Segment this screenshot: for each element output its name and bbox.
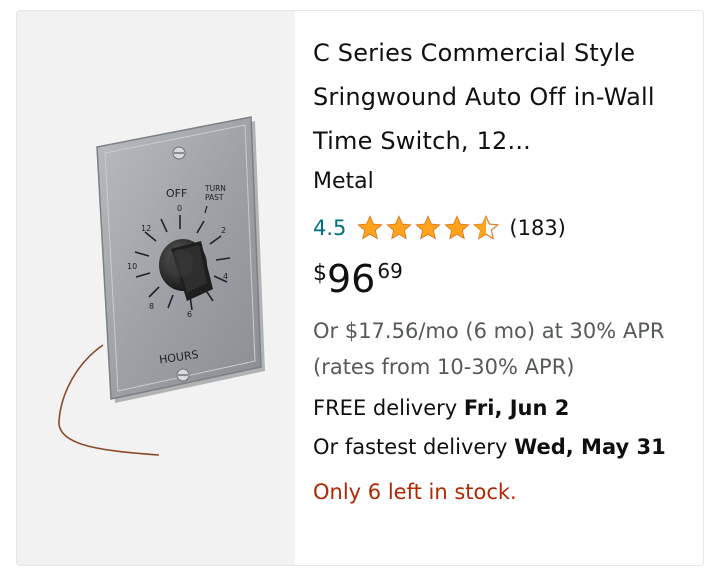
off-label: OFF bbox=[166, 187, 187, 200]
dial-label-10: 10 bbox=[127, 262, 137, 271]
delivery-date: Fri, Jun 2 bbox=[463, 396, 570, 420]
dial-label-6: 6 bbox=[187, 310, 192, 319]
dial-label-12: 12 bbox=[141, 224, 151, 233]
stock-status: Only 6 left in stock. bbox=[313, 480, 517, 504]
turn-label: TURN bbox=[204, 184, 226, 193]
product-info: C Series Commercial Style Sringwound Aut… bbox=[313, 31, 683, 507]
star-full-icon bbox=[415, 215, 442, 240]
price-currency-symbol: $ bbox=[313, 261, 327, 286]
fastest-delivery-info: Or fastest delivery Wed, May 31 bbox=[313, 429, 683, 465]
fastest-delivery-prefix: Or fastest delivery bbox=[313, 435, 515, 459]
financing-offer: Or $17.56/mo (6 mo) at 30% APR (rates fr… bbox=[313, 319, 665, 379]
product-card[interactable]: 0 2 4 6 8 10 12 OFF TURN PAST HOURS C Se… bbox=[16, 10, 704, 566]
product-image[interactable]: 0 2 4 6 8 10 12 OFF TURN PAST HOURS bbox=[17, 11, 295, 565]
delivery-info: FREE delivery Fri, Jun 2 bbox=[313, 391, 683, 425]
fastest-delivery-date: Wed, May 31 bbox=[514, 435, 666, 459]
delivery-prefix: FREE delivery bbox=[313, 396, 464, 420]
star-half-icon bbox=[473, 214, 500, 240]
product-material: Metal bbox=[313, 169, 374, 194]
price-whole: 96 bbox=[327, 257, 376, 301]
past-label: PAST bbox=[205, 193, 224, 202]
dial-label-2: 2 bbox=[221, 226, 226, 235]
dial-label-8: 8 bbox=[149, 302, 154, 311]
price: $ 96 69 bbox=[313, 255, 683, 303]
time-switch-image: 0 2 4 6 8 10 12 OFF TURN PAST HOURS bbox=[58, 116, 265, 456]
star-full-icon bbox=[444, 215, 471, 240]
star-full-icon bbox=[386, 215, 413, 240]
star-rating[interactable] bbox=[356, 214, 501, 242]
dial-label-0: 0 bbox=[177, 204, 182, 213]
review-count[interactable]: (183) bbox=[509, 216, 565, 240]
rating-row[interactable]: 4.5 (183) bbox=[313, 211, 683, 245]
dial-label-4: 4 bbox=[223, 272, 228, 281]
product-title[interactable]: C Series Commercial Style Sringwound Aut… bbox=[313, 31, 683, 163]
star-full-icon bbox=[357, 215, 384, 240]
price-fraction: 69 bbox=[377, 259, 403, 283]
rating-value[interactable]: 4.5 bbox=[313, 216, 346, 240]
